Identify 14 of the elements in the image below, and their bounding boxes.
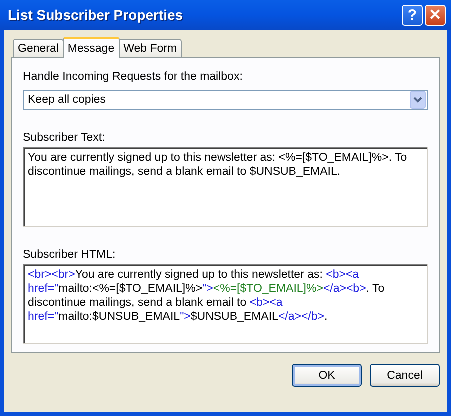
tab[interactable]: General bbox=[13, 39, 64, 57]
close-button[interactable]: ✕ bbox=[425, 4, 446, 26]
dialog-button[interactable]: Cancel bbox=[370, 364, 440, 387]
subscriber-text-field[interactable]: You are currently signed up to this newsletter as: <%=[$TO_EMAIL]%>. To discontinue mailings, send a blank email to $UNSUB_EMAIL. bbox=[23, 147, 428, 227]
window-title: List Subscriber Properties bbox=[8, 7, 184, 23]
tab[interactable]: Web Form bbox=[118, 39, 182, 57]
help-button[interactable]: ? bbox=[402, 4, 423, 26]
dialog-button[interactable]: OK bbox=[292, 364, 362, 387]
field-label: Subscriber HTML: bbox=[23, 248, 117, 262]
tab[interactable]: Message bbox=[62, 37, 120, 58]
field-label: Subscriber Text: bbox=[23, 131, 106, 145]
dropdown[interactable]: Keep all copies bbox=[23, 90, 428, 110]
field-label: Handle Incoming Requests for the mailbox: bbox=[23, 70, 244, 84]
subscriber-html-field[interactable]: <br><br>You are currently signed up to this newsletter as: <b><a href="mailto:<%=[$TO_EMAIL]%>"><%=[$TO_EMAIL]%></a><b>. To discontinue mailings, send a blank email to <b><a href="mailto:$UNSUB_EMAIL">$UNSUB_EMAIL</a></b>. bbox=[23, 264, 428, 344]
